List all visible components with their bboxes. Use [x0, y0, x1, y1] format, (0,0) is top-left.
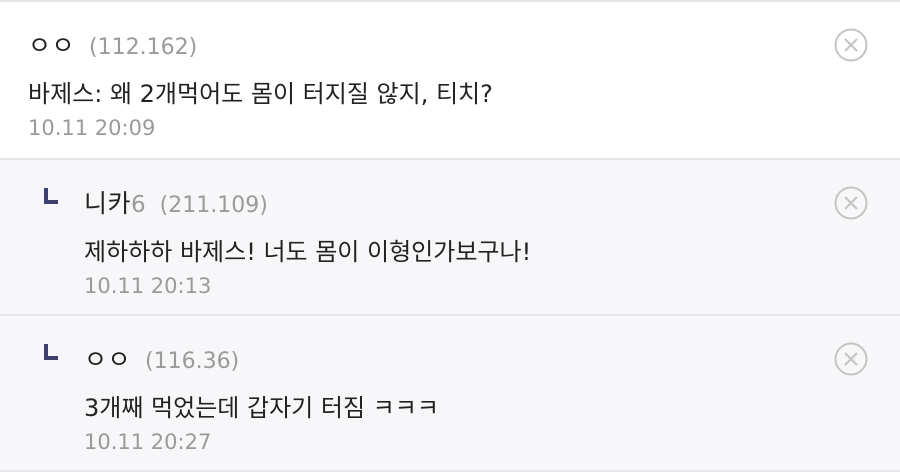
comment-ip: (112.162) — [89, 35, 198, 60]
close-circle-icon[interactable] — [834, 186, 868, 220]
comment-nickname[interactable]: ㅇㅇ — [84, 340, 131, 376]
comment-header: ㅇㅇ (112.162) — [28, 26, 197, 62]
comment-header: 니카 6 (211.109) — [84, 184, 268, 220]
reply-item: 니카 6 (211.109) 제하하하 바제스! 너도 몸이 이형인가보구나! … — [0, 160, 900, 316]
comment-nickname[interactable]: 니카 — [84, 184, 131, 220]
comment-date: 10.11 20:27 — [84, 430, 212, 454]
comment-header: ㅇㅇ (116.36) — [84, 340, 239, 376]
reply-arrow-icon — [44, 344, 58, 360]
reply-item: ㅇㅇ (116.36) 3개째 먹었는데 갑자기 터짐 ㅋㅋㅋ 10.11 20… — [0, 316, 900, 472]
comment-date: 10.11 20:09 — [28, 116, 156, 140]
close-circle-icon[interactable] — [834, 28, 868, 62]
close-circle-icon[interactable] — [834, 342, 868, 376]
comment-text: 제하하하 바제스! 너도 몸이 이형인가보구나! — [84, 238, 532, 266]
comment-date: 10.11 20:13 — [84, 274, 212, 298]
comment-nickname-suffix: 6 — [131, 192, 146, 218]
comment-ip: (116.36) — [145, 349, 240, 374]
comment-nickname[interactable]: ㅇㅇ — [28, 26, 75, 62]
reply-arrow-icon — [44, 188, 58, 204]
comment-text: 바제스: 왜 2개먹어도 몸이 터지질 않지, 티치? — [28, 80, 493, 108]
comment-ip: (211.109) — [159, 193, 268, 218]
comment-item: ㅇㅇ (112.162) 바제스: 왜 2개먹어도 몸이 터지질 않지, 티치?… — [0, 0, 900, 160]
comment-list: ㅇㅇ (112.162) 바제스: 왜 2개먹어도 몸이 터지질 않지, 티치?… — [0, 0, 900, 475]
comment-text: 3개째 먹었는데 갑자기 터짐 ㅋㅋㅋ — [84, 394, 439, 422]
